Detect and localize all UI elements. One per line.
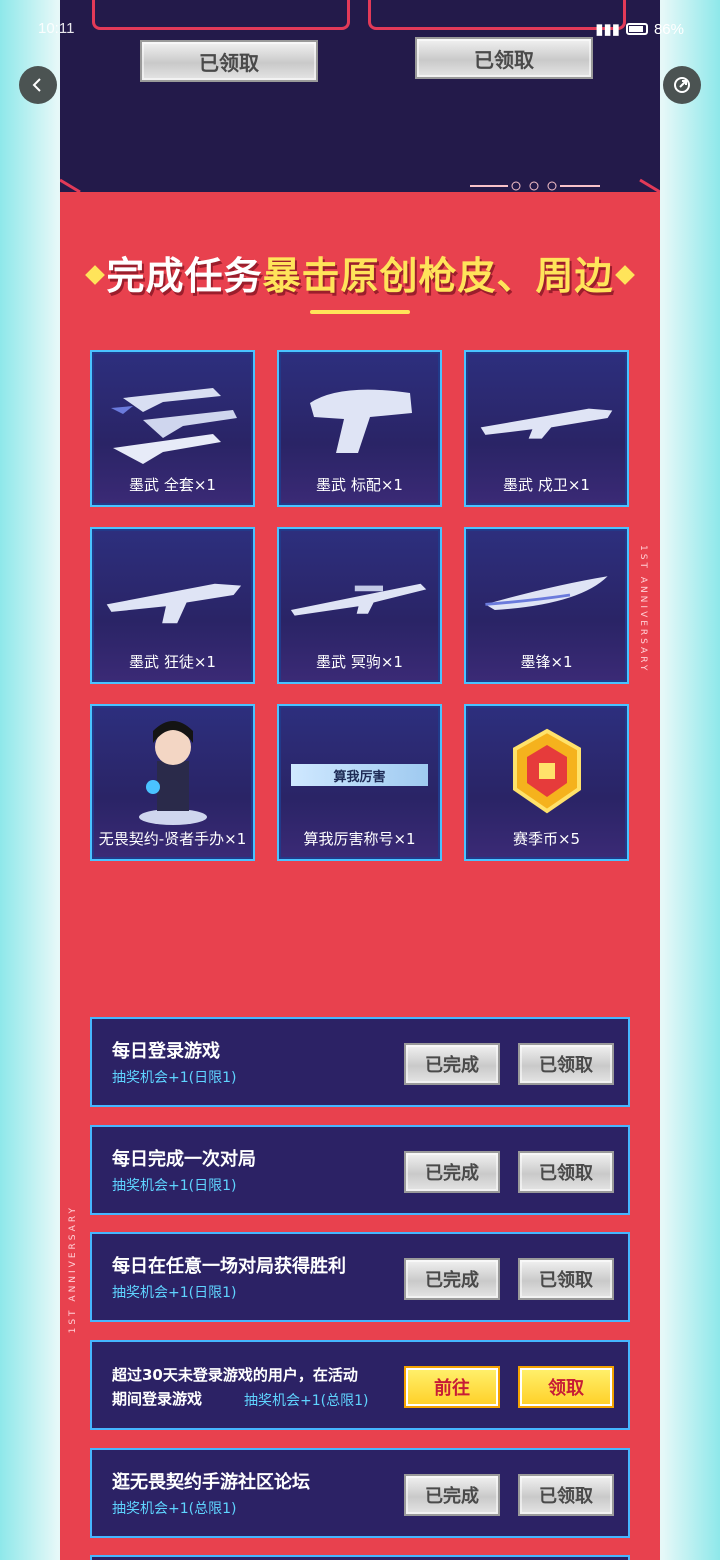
task-row: 超过30天未登录游戏的用户，在活动 期间登录游戏 抽奖机会+1(总限1) 前往 … <box>90 1340 630 1430</box>
reward-label: 算我厉害称号×1 <box>303 830 416 848</box>
reward-item[interactable]: 墨武 全套×1 <box>90 350 255 507</box>
sniper-icon <box>289 541 430 649</box>
reward-label: 墨武 全套×1 <box>129 476 216 494</box>
title-tag: 算我厉害 <box>291 764 428 786</box>
back-button[interactable] <box>19 66 57 104</box>
share-icon <box>674 77 690 93</box>
blade-icon <box>476 541 617 649</box>
reward-item[interactable]: 算我厉害 算我厉害称号×1 <box>277 704 442 861</box>
task-title: 每日在任意一场对局获得胜利 <box>112 1256 346 1277</box>
side-anniversary-text: 1ST ANNIVERSARY <box>68 1205 78 1334</box>
claimed-button[interactable]: 已领取 <box>518 1258 614 1300</box>
completed-button[interactable]: 已完成 <box>404 1043 500 1085</box>
claimed-button[interactable]: 已领取 <box>518 1043 614 1085</box>
task-reward: 抽奖机会+1(日限1) <box>112 1070 237 1086</box>
battery-level: 86% <box>653 20 684 38</box>
reward-label: 墨武 标配×1 <box>316 476 403 494</box>
weapon-set-icon <box>102 364 243 472</box>
reward-label: 无畏契约-贤者手办×1 <box>98 830 247 848</box>
task-title: 每日登录游戏 <box>112 1041 220 1062</box>
status-time: 10:11 <box>38 20 75 37</box>
section-title: 完成任务暴击原创枪皮、周边 <box>60 245 660 300</box>
claim-button[interactable]: 领取 <box>520 1368 612 1406</box>
task-row: 每日在任意一场对局获得胜利 抽奖机会+1(日限1) 已完成 已领取 <box>90 1232 630 1322</box>
completed-button[interactable]: 已完成 <box>404 1474 500 1516</box>
task-title: 逛无畏契约手游社区论坛 <box>112 1472 310 1493</box>
go-button[interactable]: 前往 <box>406 1368 498 1406</box>
reward-item[interactable]: 墨锋×1 <box>464 527 629 684</box>
task-reward: 抽奖机会+1(日限1) <box>112 1178 237 1194</box>
reward-label: 墨武 狂徒×1 <box>129 653 216 671</box>
task-title: 每日完成一次对局 <box>112 1149 256 1170</box>
chevron-left-icon <box>32 78 41 92</box>
task-reward: 抽奖机会+1(日限1) <box>112 1285 237 1301</box>
reward-item[interactable]: 墨武 标配×1 <box>277 350 442 507</box>
reward-item[interactable]: 墨武 狂徒×1 <box>90 527 255 684</box>
task-reward: 抽奖机会+1(总限1) <box>244 1393 369 1409</box>
activity-page: 已领取 已领取 完成任务暴击原创枪皮、周边 1ST ANNIVERSARY 1S… <box>60 0 660 1560</box>
signal-icon: ▮▮▮ <box>595 21 620 38</box>
task-row: 逛无畏契约手游社区论坛 抽奖机会+1(总限1) 已完成 已领取 <box>90 1448 630 1538</box>
reward-label: 赛季币×5 <box>512 830 581 848</box>
pistol-icon <box>289 364 430 472</box>
reward-item[interactable]: 墨武 冥驹×1 <box>277 527 442 684</box>
status-icons: ▮▮▮ 86% <box>595 20 684 39</box>
reward-item[interactable]: 墨武 戍卫×1 <box>464 350 629 507</box>
reward-label: 墨武 冥驹×1 <box>316 653 403 671</box>
status-bar: 10:11 ▮▮▮ 86% <box>0 0 720 58</box>
section-title-white: 完成任务 <box>106 254 263 298</box>
completed-button[interactable]: 已完成 <box>404 1258 500 1300</box>
reward-item[interactable]: 无畏契约-贤者手办×1 <box>90 704 255 861</box>
coin-icon <box>476 718 617 826</box>
rifle-icon <box>476 364 617 472</box>
battery-icon <box>625 23 648 35</box>
task-row: 每日完成一次对局 抽奖机会+1(日限1) 已完成 已领取 <box>90 1125 630 1215</box>
task-row: 每日登录游戏 抽奖机会+1(日限1) 已完成 已领取 <box>90 1017 630 1107</box>
rifle-icon <box>102 541 243 649</box>
decor-lines <box>60 120 660 192</box>
reward-label: 墨武 戍卫×1 <box>503 476 590 494</box>
claimed-button[interactable]: 已领取 <box>518 1474 614 1516</box>
figure-icon <box>102 718 243 826</box>
reward-label: 墨锋×1 <box>520 653 573 671</box>
task-reward: 抽奖机会+1(总限1) <box>112 1501 237 1517</box>
completed-button[interactable]: 已完成 <box>404 1151 500 1193</box>
claimed-button[interactable]: 已领取 <box>518 1151 614 1193</box>
task-title-line1: 超过30天未登录游戏的用户，在活动 <box>112 1366 358 1384</box>
side-anniversary-text: 1ST ANNIVERSARY <box>638 545 648 674</box>
title-underline <box>310 310 410 314</box>
section-title-yellow: 暴击原创枪皮、周边 <box>262 254 614 298</box>
task-title-line2: 期间登录游戏 <box>112 1390 203 1408</box>
task-row-partial <box>90 1555 630 1560</box>
share-button[interactable] <box>663 66 701 104</box>
reward-item[interactable]: 赛季币×5 <box>464 704 629 861</box>
